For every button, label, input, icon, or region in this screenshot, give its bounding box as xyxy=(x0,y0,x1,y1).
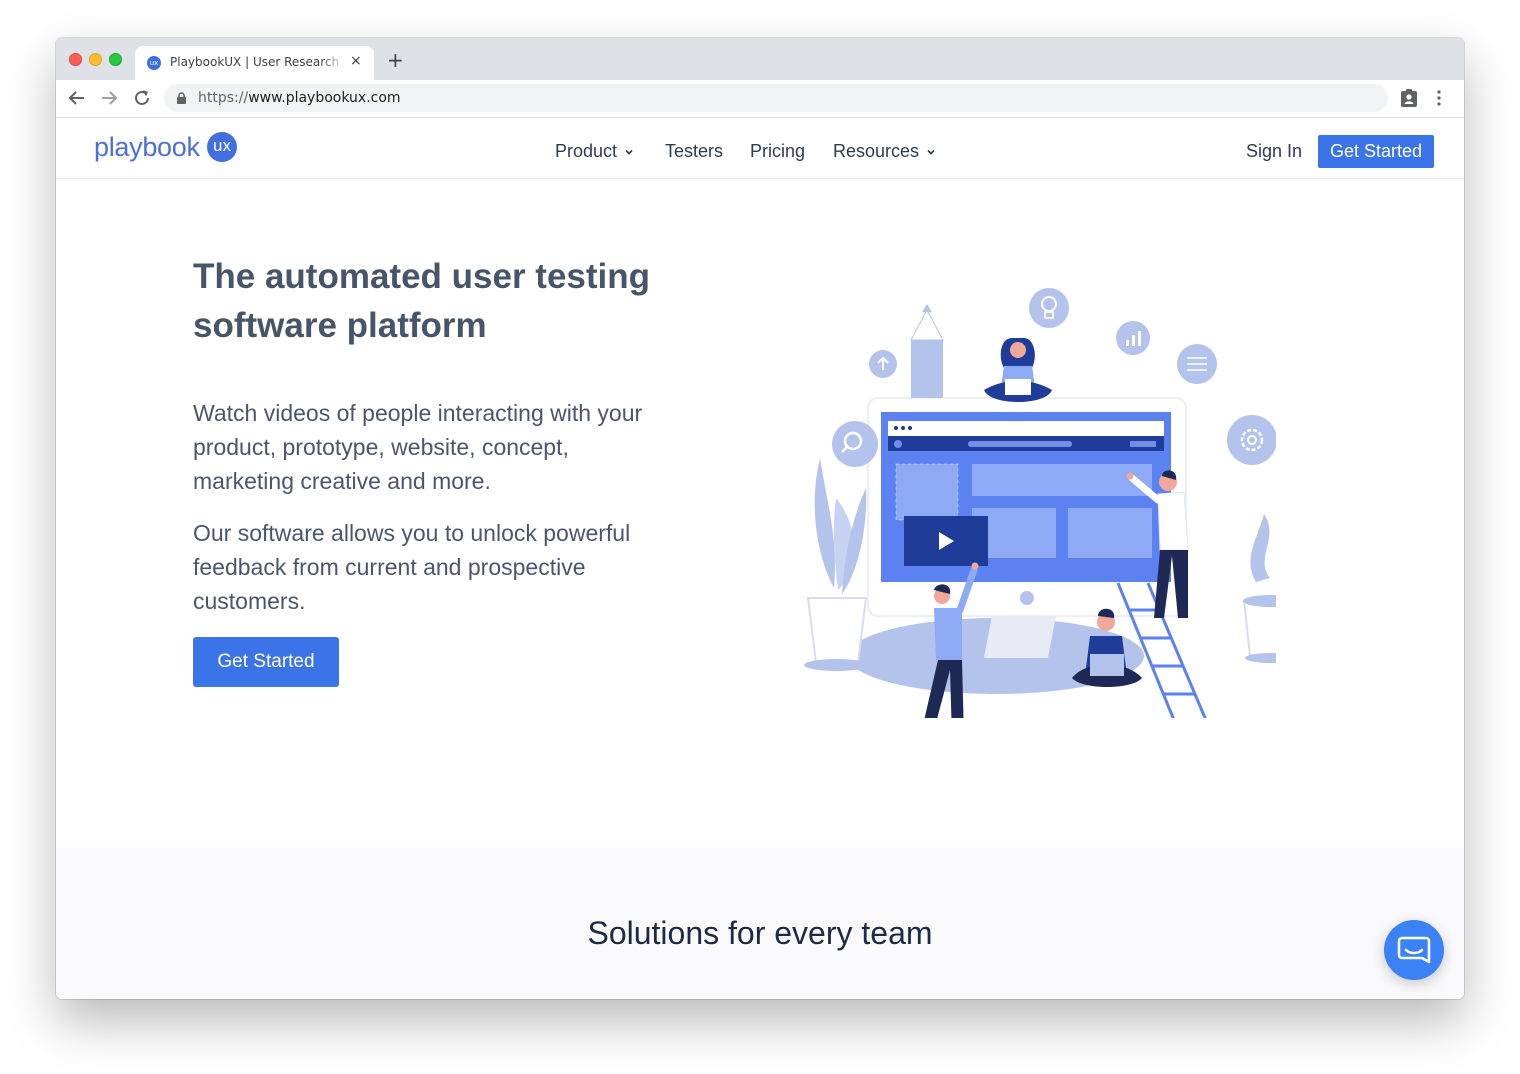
search-bubble-icon xyxy=(832,421,878,467)
minimize-window-button[interactable] xyxy=(89,53,102,66)
chat-widget-button[interactable] xyxy=(1384,920,1444,980)
nav-pricing-label: Pricing xyxy=(750,141,806,161)
browser-window: ux PlaybookUX | User Research Software ×… xyxy=(56,38,1464,999)
browser-toolbar: https://www.playbookux.com xyxy=(56,80,1464,118)
solutions-section: Solutions for every team xyxy=(56,847,1464,999)
address-bar[interactable]: https://www.playbookux.com xyxy=(164,84,1388,112)
favicon-icon: ux xyxy=(147,56,161,70)
steam xyxy=(1250,514,1270,582)
pencil xyxy=(911,340,943,398)
nav-product-label: Product xyxy=(555,141,618,161)
solutions-title: Solutions for every team xyxy=(587,915,933,951)
hero-get-started-button[interactable]: Get Started xyxy=(193,637,339,687)
settings-bubble-icon xyxy=(1227,415,1276,465)
forward-arrow-icon[interactable] xyxy=(98,87,120,109)
logo-badge: ux xyxy=(207,132,237,162)
nav-testers-label: Testers xyxy=(665,141,724,161)
tab-bar: ux PlaybookUX | User Research Software ×… xyxy=(56,38,1464,80)
url-host: www.playbookux.com xyxy=(248,90,401,106)
zoom-window-button[interactable] xyxy=(109,53,122,66)
hero-subdescription: Our software allows you to unlock powerf… xyxy=(193,520,631,614)
plant xyxy=(814,458,835,588)
reload-icon[interactable] xyxy=(131,87,153,109)
chevron-down-icon xyxy=(927,149,935,155)
plant-pot xyxy=(806,597,868,664)
nav-resources[interactable]: Resources xyxy=(833,141,936,162)
web-page: playbook ux Product Testers Pricing Reso… xyxy=(56,118,1464,999)
hero-illustration xyxy=(804,288,1276,718)
coffee-cup xyxy=(1242,599,1276,657)
tab-title-fade xyxy=(320,52,346,74)
nav-product[interactable]: Product xyxy=(555,141,634,162)
hero-description: Watch videos of people interacting with … xyxy=(193,400,643,494)
logo-wordmark: playbook xyxy=(94,132,200,162)
new-tab-icon[interactable]: + xyxy=(387,50,404,70)
url-scheme: https:// xyxy=(198,90,249,106)
close-window-button[interactable] xyxy=(69,53,82,66)
site-header: playbook ux Product Testers Pricing Reso… xyxy=(56,118,1464,179)
url-text: https://www.playbookux.com xyxy=(198,90,401,106)
browser-tab[interactable]: ux PlaybookUX | User Research Software × xyxy=(135,46,374,80)
sign-in-link[interactable]: Sign In xyxy=(1246,141,1302,162)
hero-title: The automated user testing software plat… xyxy=(193,257,651,345)
chat-icon xyxy=(1397,936,1431,964)
chevron-down-icon xyxy=(625,149,633,155)
tab-title: PlaybookUX | User Research Software xyxy=(170,55,342,69)
profile-badge-icon[interactable] xyxy=(1400,88,1418,108)
header-get-started-button[interactable]: Get Started xyxy=(1318,135,1434,168)
back-arrow-icon[interactable] xyxy=(66,87,88,109)
nav-pricing[interactable]: Pricing xyxy=(750,141,805,162)
browser-menu-icon[interactable] xyxy=(1436,88,1442,108)
nav-resources-label: Resources xyxy=(833,141,920,161)
lock-icon xyxy=(177,92,186,104)
lightbulb-bubble-icon xyxy=(1029,288,1069,328)
tab-close-icon[interactable]: × xyxy=(350,53,362,69)
nav-testers[interactable]: Testers xyxy=(665,141,723,162)
